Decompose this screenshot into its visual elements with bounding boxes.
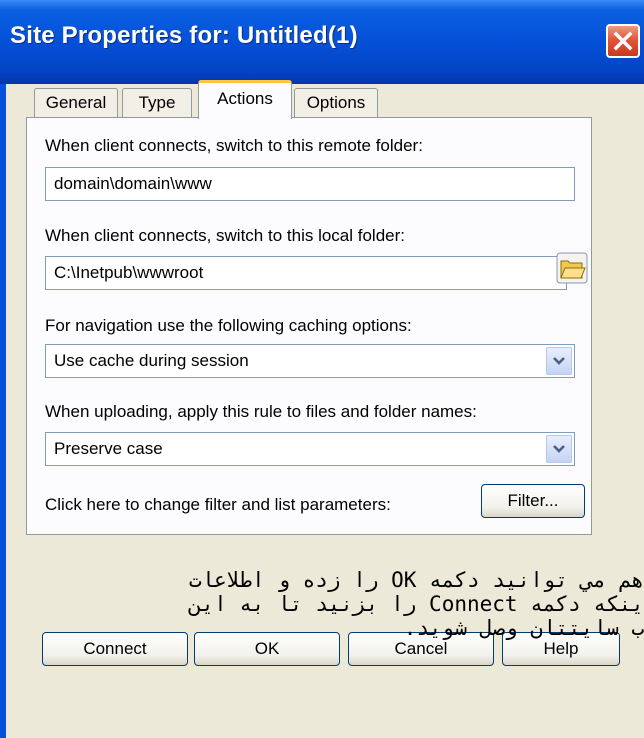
filter-label: Click here to change filter and list par… (45, 495, 391, 514)
upload-rule-value: Preserve case (54, 439, 163, 458)
upload-rule-label: When uploading, apply this rule to files… (45, 402, 477, 421)
caching-options-label: For navigation use the following caching… (45, 316, 412, 335)
tab-options[interactable]: Options (294, 88, 378, 118)
close-icon (613, 31, 633, 51)
caching-options-value: Use cache during session (54, 351, 249, 370)
local-folder-input[interactable]: C:\Inetpub\wwwroot (45, 256, 567, 290)
caption-line-1: هم مي توانيد دكمه OK را زده و اطلاعات (188, 568, 644, 592)
remote-folder-input[interactable]: domain\domain\www (45, 167, 575, 201)
open-folder-icon (556, 252, 588, 284)
chevron-down-icon (553, 445, 565, 453)
caching-options-select[interactable]: Use cache during session (45, 344, 575, 378)
caption-line-3: ب سايتتان وصل شويد. (403, 616, 644, 640)
title-bar[interactable]: Site Properties for: Untitled(1) (0, 0, 644, 84)
caching-options-dropdown-button[interactable] (546, 347, 572, 375)
browse-local-folder-button[interactable] (556, 252, 588, 284)
upload-rule-dropdown-button[interactable] (546, 435, 572, 463)
close-button[interactable] (606, 24, 640, 58)
remote-folder-label: When client connects, switch to this rem… (45, 136, 423, 155)
window-title: Site Properties for: Untitled(1) (10, 22, 358, 49)
upload-rule-select[interactable]: Preserve case (45, 432, 575, 466)
site-properties-dialog: Site Properties for: Untitled(1) General… (0, 0, 644, 738)
chevron-down-icon (553, 357, 565, 365)
local-folder-label: When client connects, switch to this loc… (45, 226, 405, 245)
caption-line-2: ينكه دكمه Connect را بزنيد تا به اين (188, 592, 644, 616)
tab-actions[interactable]: Actions (198, 80, 292, 119)
tab-general[interactable]: General (34, 88, 118, 118)
actions-tab-panel: When client connects, switch to this rem… (26, 117, 592, 535)
tab-type[interactable]: Type (122, 88, 192, 118)
filter-button[interactable]: Filter... (481, 484, 585, 518)
persian-caption-overlay: هم مي توانيد دكمه OK را زده و اطلاعات ين… (0, 568, 644, 640)
